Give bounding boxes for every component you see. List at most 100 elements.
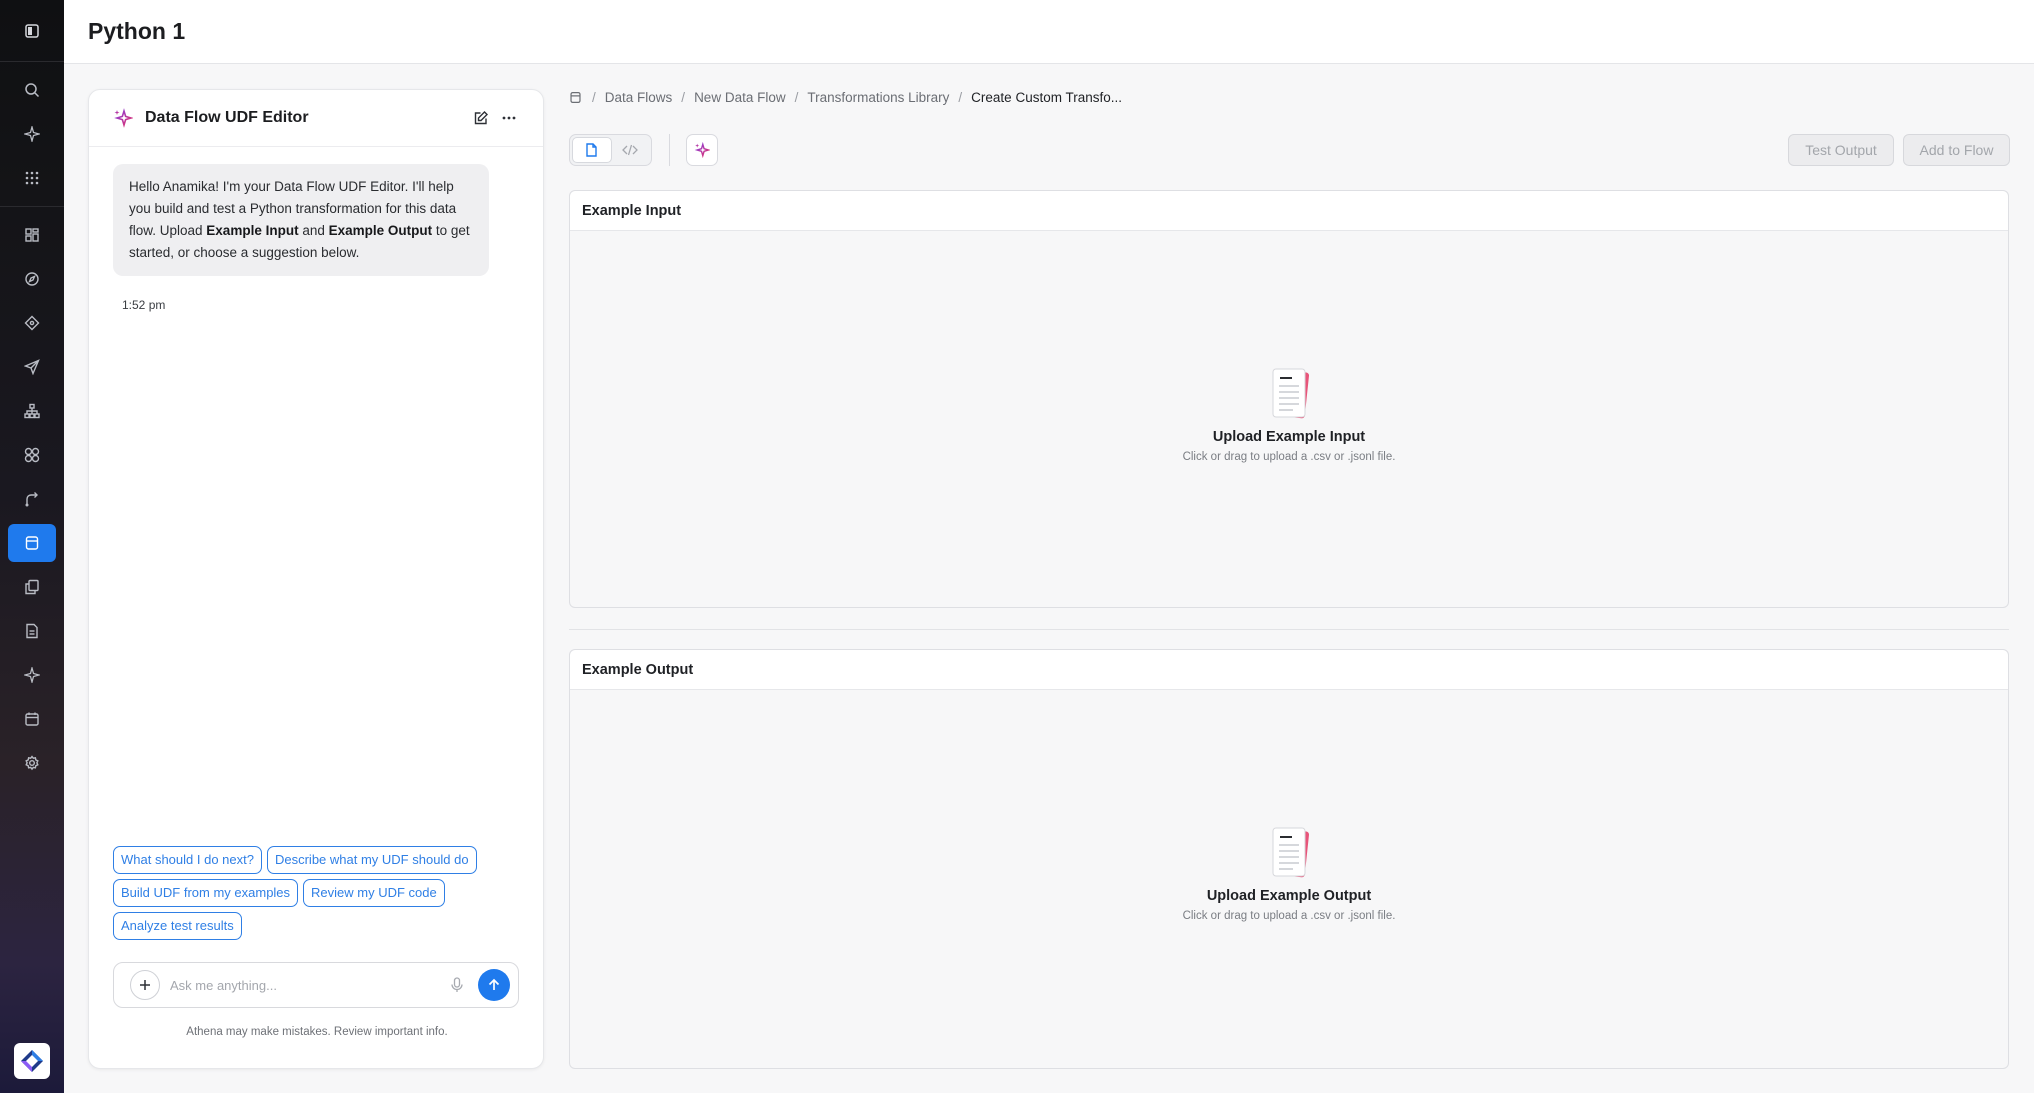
assistant-sparkle-icon — [113, 107, 135, 129]
more-options-button[interactable] — [499, 108, 519, 128]
edit-icon — [474, 111, 488, 125]
breadcrumb-item[interactable]: Data Flows — [605, 90, 673, 105]
nav-files[interactable] — [8, 612, 56, 650]
disclaimer-text: Athena may make mistakes. Review importa… — [186, 1026, 448, 1038]
nav-components[interactable] — [8, 436, 56, 474]
voice-input-button[interactable] — [446, 974, 468, 996]
shapes-icon — [24, 447, 40, 463]
nav-settings[interactable] — [8, 744, 56, 782]
plus-icon — [140, 980, 150, 990]
arrow-up-icon — [488, 978, 500, 990]
upload-input-hint: Click or drag to upload a .csv or .jsonl… — [1182, 451, 1396, 463]
nav-routes[interactable] — [8, 480, 56, 518]
udf-editor-chat-panel: Data Flow UDF Editor Hello Anamika! I'm … — [88, 89, 544, 1069]
nav-data-flows[interactable] — [8, 524, 56, 562]
dashboard-icon — [25, 228, 39, 242]
document-upload-icon — [1267, 826, 1311, 880]
brand-logo[interactable] — [14, 1043, 50, 1079]
document-upload-icon — [1267, 367, 1311, 421]
breadcrumb-current: Create Custom Transfo... — [971, 90, 1122, 105]
documents-icon — [25, 579, 39, 595]
panel-divider — [569, 629, 2009, 630]
breadcrumb-separator: / — [592, 90, 596, 105]
nav-schedule[interactable] — [8, 700, 56, 738]
breadcrumb-item[interactable]: New Data Flow — [694, 90, 786, 105]
panel-toggle-button[interactable] — [0, 0, 64, 62]
database-icon — [570, 92, 581, 103]
nav-search[interactable] — [8, 71, 56, 109]
message-text: and — [298, 223, 329, 238]
sparkle-icon — [24, 126, 40, 142]
send-button[interactable] — [478, 969, 510, 1001]
chat-composer — [113, 962, 519, 1008]
top-header: Python 1 — [64, 0, 2034, 64]
breadcrumb-separator: / — [681, 90, 686, 105]
code-icon — [622, 144, 639, 156]
more-horizontal-icon — [502, 116, 516, 120]
breadcrumb: / Data Flows / New Data Flow / Transform… — [569, 90, 1122, 105]
compass-icon — [25, 272, 39, 286]
chat-title: Data Flow UDF Editor — [145, 109, 309, 126]
new-chat-button[interactable] — [471, 108, 491, 128]
suggestion-chip[interactable]: Review my UDF code — [303, 879, 445, 907]
message-bold-output: Example Output — [328, 223, 433, 238]
suggestion-chip[interactable]: Build UDF from my examples — [113, 879, 299, 907]
file-icon — [26, 623, 38, 639]
ai-assist-button[interactable] — [686, 134, 718, 166]
nav-ai-tools[interactable] — [8, 656, 56, 694]
chat-header: Data Flow UDF Editor — [89, 90, 543, 147]
attach-button[interactable] — [130, 970, 160, 1000]
breadcrumb-item[interactable]: Transformations Library — [807, 90, 949, 105]
suggestion-chip[interactable]: Describe what my UDF should do — [266, 846, 477, 874]
ai-sparkle-icon — [24, 667, 40, 683]
suggestion-chip[interactable]: What should I do next? — [113, 846, 262, 874]
upload-example-input-dropzone[interactable]: Upload Example Input Click or drag to up… — [570, 367, 2008, 463]
send-icon — [24, 359, 40, 375]
chat-input[interactable] — [170, 977, 446, 993]
suggestion-chips: What should I do next? Describe what my … — [113, 846, 513, 940]
editor-toolbar: Test Output Add to Flow — [569, 134, 2010, 166]
rail-divider — [0, 206, 64, 207]
breadcrumb-home[interactable] — [569, 91, 583, 105]
example-output-panel: Example Output Upload Example Output Cli… — [569, 649, 2009, 1069]
file-view-toggle[interactable] — [572, 137, 612, 163]
breadcrumb-separator: / — [958, 90, 963, 105]
upload-output-hint: Click or drag to upload a .csv or .jsonl… — [1182, 910, 1396, 922]
hierarchy-icon — [24, 403, 40, 419]
settings-icon — [25, 755, 39, 771]
microphone-icon — [451, 977, 463, 992]
file-icon — [586, 143, 597, 157]
diamond-icon — [24, 315, 40, 331]
calendar-icon — [25, 712, 39, 726]
assistant-message: Hello Anamika! I'm your Data Flow UDF Ed… — [113, 164, 489, 276]
apps-grid-icon — [25, 171, 39, 185]
example-input-panel: Example Input Upload Example Input Click… — [569, 190, 2009, 608]
nav-dashboard[interactable] — [8, 216, 56, 254]
add-to-flow-button[interactable]: Add to Flow — [1903, 134, 2010, 166]
upload-input-title: Upload Example Input — [1212, 429, 1366, 445]
nav-documents[interactable] — [8, 568, 56, 606]
search-icon — [25, 83, 40, 98]
nav-hierarchy[interactable] — [8, 392, 56, 430]
suggestion-chip[interactable]: Analyze test results — [113, 912, 242, 940]
view-toggle — [569, 134, 652, 166]
nav-apps[interactable] — [8, 159, 56, 197]
nav-models[interactable] — [8, 304, 56, 342]
example-output-title: Example Output — [570, 650, 2008, 690]
upload-output-title: Upload Example Output — [1206, 888, 1372, 904]
sparkle-icon — [694, 142, 710, 158]
upload-example-output-dropzone[interactable]: Upload Example Output Click or drag to u… — [570, 826, 2008, 922]
nav-deploy[interactable] — [8, 348, 56, 386]
nav-ai[interactable] — [8, 115, 56, 153]
route-icon — [25, 492, 38, 507]
nav-explore[interactable] — [8, 260, 56, 298]
left-nav-rail — [0, 0, 64, 1093]
message-timestamp: 1:52 pm — [122, 298, 166, 312]
logo-icon — [21, 1050, 43, 1072]
code-view-toggle[interactable] — [612, 137, 650, 163]
toolbar-divider — [669, 134, 670, 166]
page-title: Python 1 — [88, 18, 186, 44]
test-output-button[interactable]: Test Output — [1788, 134, 1894, 166]
message-bold-input: Example Input — [206, 223, 299, 238]
breadcrumb-separator: / — [794, 90, 799, 105]
